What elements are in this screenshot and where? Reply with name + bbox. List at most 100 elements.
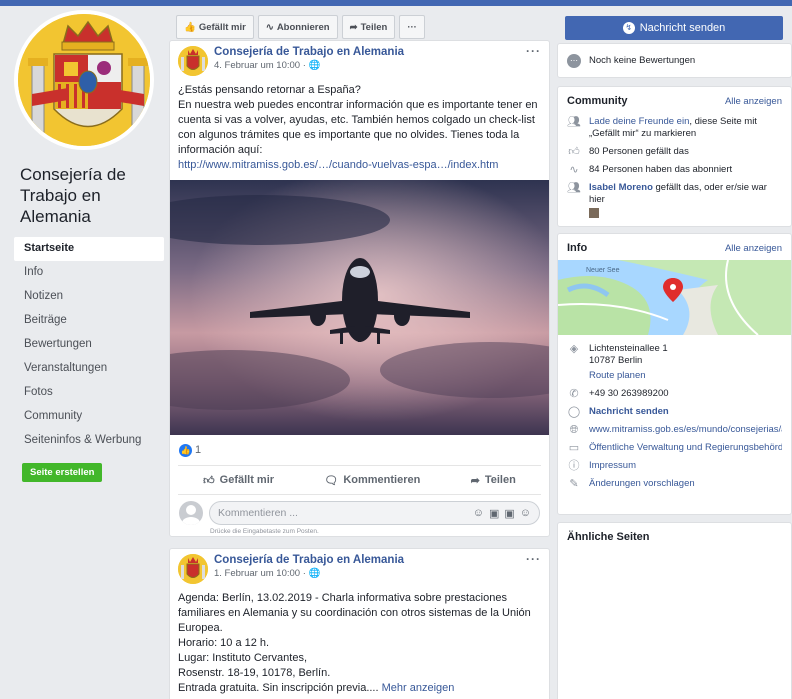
see-more-link[interactable]: Mehr anzeigen (382, 682, 455, 694)
likes-row: 👍︎ 80 Personen gefällt das (558, 143, 791, 161)
invite-friends-link[interactable]: Lade deine Freunde ein (589, 116, 689, 127)
post-photo[interactable] (170, 180, 549, 435)
nav-item-veranstaltungen[interactable]: Veranstaltungen (14, 357, 164, 381)
sticker-icon[interactable]: ☺ (520, 507, 531, 520)
nav-item-seiteninfos[interactable]: Seiteninfos & Werbung (14, 429, 164, 453)
category-row: ▭ Öffentliche Verwaltung und Regierungsb… (558, 439, 791, 457)
community-header: Community Alle anzeigen (558, 87, 791, 113)
camera-icon[interactable]: ▣ (489, 507, 499, 520)
more-options-button[interactable]: ··· (399, 15, 425, 39)
location-map[interactable]: Neuer See (558, 260, 791, 335)
globe-icon: 🌐 (308, 568, 321, 579)
post-card: Consejería de Trabajo en Alemania 4. Feb… (169, 40, 550, 537)
post-comment-button[interactable]: 🗨︎ Kommentieren (324, 474, 420, 487)
info-circle-icon: ⓘ (568, 460, 580, 472)
post-share-button[interactable]: ➦ Teilen (471, 474, 516, 487)
phone-icon: ✆ (569, 388, 579, 400)
nav-item-startseite[interactable]: Startseite (14, 237, 164, 261)
follow-label: Abonnieren (276, 21, 330, 33)
post-options-button[interactable]: ··· (526, 552, 541, 566)
share-arrow-icon: ➦ (470, 474, 480, 487)
people-icon: 👥︎ (567, 116, 581, 128)
post-date-text[interactable]: 1. Februar um 10:00 · (214, 568, 306, 579)
impressum-link[interactable]: Impressum (589, 460, 636, 472)
post-text-line: Horario: 10 a 12 h. (178, 637, 270, 649)
post-text-line: familiares en Alemania y su coordinación… (178, 607, 531, 619)
comment-placeholder: Kommentieren ... (218, 507, 298, 519)
post-text-line: cuenta si vas a volver, ayudas, etc. Tam… (178, 114, 535, 126)
suggest-edits-link[interactable]: Änderungen vorschlagen (589, 478, 695, 490)
gif-icon[interactable]: ▣ (504, 507, 514, 520)
address-street: Lichtensteinallee 1 (589, 343, 668, 354)
post-share-label: Teilen (484, 474, 516, 486)
create-page-button[interactable]: Seite erstellen (22, 463, 103, 482)
rss-icon: ∿ (569, 164, 579, 176)
post-like-button[interactable]: 👍︎ Gefällt mir (203, 474, 274, 487)
invite-text: Lade deine Freunde ein, diese Seite mit … (589, 116, 782, 140)
folder-icon: ▭ (568, 442, 580, 454)
send-message-button[interactable]: ↯ Nachricht senden (565, 16, 783, 40)
profile-picture[interactable] (14, 10, 154, 150)
post-options-button[interactable]: ··· (526, 44, 541, 58)
comment-tools: ☺ ▣ ▣ ☺ (473, 507, 531, 520)
share-page-label: Teilen (360, 21, 388, 33)
nav-item-notizen[interactable]: Notizen (14, 285, 164, 309)
reaction-summary[interactable]: 👍 1 (170, 435, 549, 465)
follows-count[interactable]: 84 Personen haben das abonniert (589, 164, 732, 176)
impressum-row: ⓘ Impressum (558, 457, 791, 475)
review-bubble-icon: ⋯ (567, 54, 581, 68)
messenger-icon: ◯ (567, 406, 581, 418)
post-like-label: Gefällt mir (219, 474, 275, 486)
nav-item-beitraege[interactable]: Beiträge (14, 309, 164, 333)
nav-item-community[interactable]: Community (14, 405, 164, 429)
emoji-icon[interactable]: ☺ (473, 507, 484, 520)
directions-icon: ◈ (569, 343, 579, 355)
comment-input[interactable]: Kommentieren ... ☺ ▣ ▣ ☺ (209, 501, 540, 525)
suggest-row: ✎ Änderungen vorschlagen (558, 475, 791, 493)
post-date: 1. Februar um 10:00 · 🌐 (214, 568, 404, 579)
rating-row: ⋯ Noch keine Bewertungen (558, 44, 791, 71)
phone-row: ✆ +49 30 263989200 (558, 385, 791, 403)
phone-number[interactable]: +49 30 263989200 (589, 388, 669, 400)
post-comment-label: Kommentieren (343, 474, 421, 486)
post-action-bar: 👍︎ Gefällt mir 🗨︎ Kommentieren ➦ Teilen (178, 465, 541, 495)
thumbs-up-icon: 👍 (184, 21, 196, 33)
thumbs-up-icon: 👍︎ (203, 474, 215, 487)
nav-item-fotos[interactable]: Fotos (14, 381, 164, 405)
like-page-label: Gefällt mir (198, 21, 246, 33)
friend-name-link[interactable]: Isabel Moreno (589, 182, 653, 193)
post-date-text[interactable]: 4. Februar um 10:00 · (214, 60, 306, 71)
like-page-button[interactable]: 👍 Gefällt mir (176, 15, 254, 39)
page-title: Consejería de Trabajo en Alemania (20, 165, 126, 226)
plan-route-link[interactable]: Route planen (589, 370, 646, 382)
globe-icon: 🌐 (308, 60, 321, 71)
page-avatar[interactable] (178, 46, 208, 76)
map-label: Neuer See (586, 267, 620, 274)
post-card: Consejería de Trabajo en Alemania 1. Feb… (169, 548, 550, 699)
friend-row: 👥︎ Isabel Moreno gefällt das, oder er/si… (558, 179, 791, 225)
friend-avatar[interactable] (589, 208, 599, 218)
comment-bubble-icon: 🗨︎ (324, 474, 339, 487)
nav-item-bewertungen[interactable]: Bewertungen (14, 333, 164, 357)
post-text: ¿Estás pensando retornar a España? En nu… (170, 81, 549, 173)
page-action-bar: 👍 Gefällt mir ∿ Abonnieren ➦ Teilen ··· (176, 15, 425, 39)
share-page-button[interactable]: ➦ Teilen (341, 15, 396, 39)
post-author[interactable]: Consejería de Trabajo en Alemania (214, 554, 404, 566)
info-message-link[interactable]: Nachricht senden (589, 406, 669, 418)
post-link[interactable]: http://www.mitramiss.gob.es/…/cuando-vue… (178, 158, 541, 173)
page-avatar[interactable] (178, 554, 208, 584)
info-see-all-link[interactable]: Alle anzeigen (725, 243, 782, 254)
pencil-icon: ✎ (569, 478, 579, 490)
website-link[interactable]: www.mitramiss.gob.es/es/mundo/consejeria… (589, 424, 782, 436)
map-image: Neuer See (558, 260, 791, 335)
community-see-all-link[interactable]: Alle anzeigen (725, 96, 782, 107)
category-link[interactable]: Öffentliche Verwaltung und Regierungsbeh… (589, 442, 782, 454)
invite-row: 👥︎ Lade deine Freunde ein, diese Seite m… (558, 113, 791, 143)
post-author[interactable]: Consejería de Trabajo en Alemania (214, 46, 404, 58)
likes-count[interactable]: 80 Personen gefällt das (589, 146, 689, 158)
follow-button[interactable]: ∿ Abonnieren (257, 15, 338, 39)
post-date: 4. Februar um 10:00 · 🌐 (214, 60, 404, 71)
globe-icon: 🌐︎ (569, 424, 579, 436)
nav-item-info[interactable]: Info (14, 261, 164, 285)
airplane-image (170, 180, 549, 435)
